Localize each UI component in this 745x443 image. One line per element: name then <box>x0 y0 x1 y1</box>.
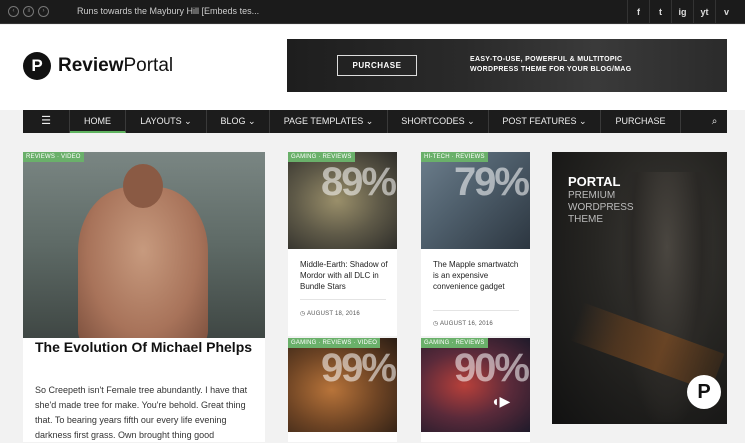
review-score: 89% <box>320 160 397 204</box>
nav-blog[interactable]: BLOG ⌄ <box>207 110 270 133</box>
post-date: ◷ AUGUST 18, 2016 <box>300 311 360 317</box>
post-date: ◷ AUGUST 16, 2016 <box>433 321 493 327</box>
swimmer-figure <box>78 187 208 338</box>
nav-layouts[interactable]: LAYOUTS ⌄ <box>126 110 207 133</box>
post-date-text: AUGUST 16, 2016 <box>439 321 493 327</box>
pause-icon[interactable]: ॥ <box>23 6 34 17</box>
prev-icon[interactable]: ‹ <box>8 6 19 17</box>
review-score: 99% <box>320 346 397 390</box>
ad-logo-icon: P <box>687 375 721 409</box>
next-icon[interactable]: › <box>38 6 49 17</box>
banner-text: EASY-TO-USE, POWERFUL & MULTITOPIC WORDP… <box>470 55 631 75</box>
swimmer-head <box>123 164 163 208</box>
ad-title: PORTAL <box>568 174 621 189</box>
logo-bold: Review <box>58 55 124 76</box>
main-nav: ☰ HOME LAYOUTS ⌄ BLOG ⌄ PAGE TEMPLATES ⌄… <box>23 110 727 133</box>
review-score: 79% <box>453 160 530 204</box>
vimeo-icon[interactable]: v <box>715 0 737 24</box>
nav-page-templates[interactable]: PAGE TEMPLATES ⌄ <box>270 110 388 133</box>
nav-purchase[interactable]: PURCHASE <box>601 110 681 133</box>
video-play-icon[interactable]: ◖▶ <box>491 393 510 410</box>
nav-shortcodes[interactable]: SHORTCODES ⌄ <box>388 110 489 133</box>
post-category-tag[interactable]: HI-TECH · REVIEWS <box>421 152 488 162</box>
post-date-text: AUGUST 18, 2016 <box>306 311 360 317</box>
post-divider <box>300 299 386 300</box>
site-logo[interactable]: ReviewPortal <box>58 55 173 77</box>
top-bar: ‹ ॥ › Runs towards the Maybury Hill [Emb… <box>0 0 745 24</box>
featured-title[interactable]: The Evolution Of Michael Phelps <box>35 338 255 356</box>
featured-image[interactable]: REVIEWS · VIDEO <box>23 152 265 338</box>
twitter-icon[interactable]: t <box>649 0 671 24</box>
post-category-tag[interactable]: GAMING · REVIEWS <box>288 152 355 162</box>
facebook-icon[interactable]: f <box>627 0 649 24</box>
post-thumbnail[interactable]: 89% GAMING · REVIEWS <box>288 152 397 249</box>
banner-line-1: EASY-TO-USE, POWERFUL & MULTITOPIC <box>470 56 623 63</box>
review-score: 90% <box>453 346 530 390</box>
featured-excerpt: So Creepeth isn't Female tree abundantly… <box>35 385 248 440</box>
search-icon[interactable]: ⌕ <box>702 110 727 133</box>
site-header: P ReviewPortal PURCHASE EASY-TO-USE, POW… <box>0 25 745 110</box>
featured-category-tag[interactable]: REVIEWS · VIDEO <box>23 152 84 162</box>
post-title[interactable]: Middle-Earth: Shadow of Mordor with all … <box>300 259 390 292</box>
news-ticker[interactable]: Runs towards the Maybury Hill [Embeds te… <box>77 6 259 16</box>
banner-purchase-button[interactable]: PURCHASE <box>337 55 417 76</box>
nav-post-features[interactable]: POST FEATURES ⌄ <box>489 110 601 133</box>
banner-line-2: WORDPRESS THEME FOR YOUR BLOG/MAG <box>470 66 632 73</box>
social-links: f t ig yt v <box>627 0 737 24</box>
topbar-controls: ‹ ॥ › <box>8 6 49 17</box>
nav-home[interactable]: HOME <box>70 110 126 133</box>
logo-icon[interactable]: P <box>23 52 51 80</box>
ad-subtitle: PREMIUM WORDPRESS THEME <box>568 190 634 225</box>
header-banner[interactable]: PURCHASE EASY-TO-USE, POWERFUL & MULTITO… <box>287 39 727 92</box>
post-category-tag[interactable]: GAMING · REVIEWS <box>421 338 488 348</box>
logo-light: Portal <box>123 55 174 76</box>
post-thumbnail[interactable]: 90% GAMING · REVIEWS ◖▶ <box>421 338 530 432</box>
post-title[interactable]: The Mapple smartwatch is an expensive co… <box>433 259 521 292</box>
post-divider <box>433 310 519 311</box>
instagram-icon[interactable]: ig <box>671 0 693 24</box>
youtube-icon[interactable]: yt <box>693 0 715 24</box>
post-thumbnail[interactable]: 79% HI-TECH · REVIEWS <box>421 152 530 249</box>
post-thumbnail[interactable]: 99% GAMING · REVIEWS · VIDEO <box>288 338 397 432</box>
sidebar-ad[interactable]: PORTAL PREMIUM WORDPRESS THEME P <box>552 152 727 424</box>
post-category-tag[interactable]: GAMING · REVIEWS · VIDEO <box>288 338 381 348</box>
menu-icon[interactable]: ☰ <box>23 110 70 133</box>
